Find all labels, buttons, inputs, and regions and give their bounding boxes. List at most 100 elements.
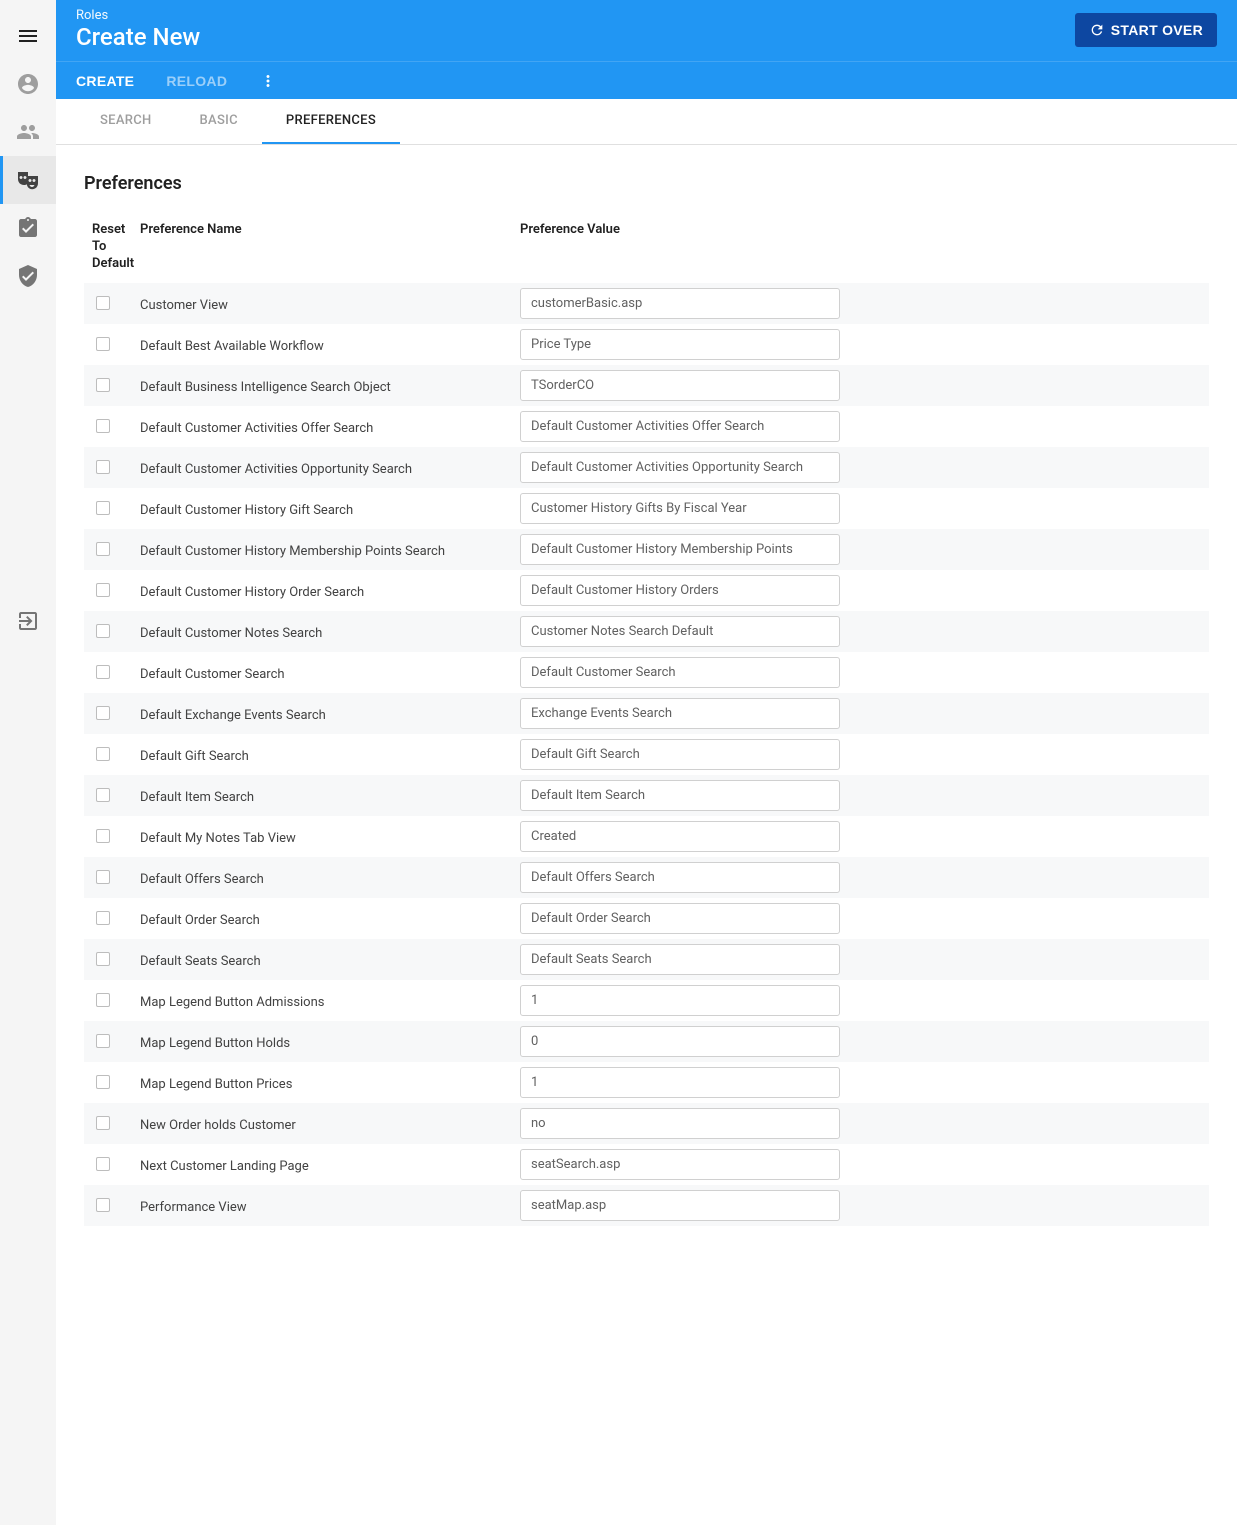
preference-value-input[interactable] [520, 1067, 840, 1098]
preference-value-input[interactable] [520, 616, 840, 647]
table-row: Customer View [84, 283, 1209, 324]
preference-value-input[interactable] [520, 534, 840, 565]
table-row: Default My Notes Tab View [84, 816, 1209, 857]
reset-checkbox[interactable] [96, 1157, 110, 1171]
preference-value-input[interactable] [520, 698, 840, 729]
assignment-icon [16, 216, 40, 240]
people-icon [16, 120, 40, 144]
reset-checkbox[interactable] [96, 1198, 110, 1212]
start-over-button[interactable]: START OVER [1075, 13, 1217, 47]
preference-value-input[interactable] [520, 1190, 840, 1221]
preference-value-input[interactable] [520, 821, 840, 852]
table-row: Default Customer History Gift Search [84, 488, 1209, 529]
preference-name: Map Legend Button Holds [140, 1036, 290, 1051]
start-over-label: START OVER [1111, 22, 1203, 38]
preference-value-input[interactable] [520, 780, 840, 811]
table-row: Default Best Available Workflow [84, 324, 1209, 365]
table-row: Default Customer Notes Search [84, 611, 1209, 652]
reload-button[interactable]: RELOAD [166, 73, 227, 89]
reset-checkbox[interactable] [96, 460, 110, 474]
reset-checkbox[interactable] [96, 1075, 110, 1089]
reset-checkbox[interactable] [96, 337, 110, 351]
main-content: Roles Create New START OVER CREATE RELOA… [56, 0, 1237, 1525]
preference-name: Default Customer History Gift Search [140, 503, 353, 518]
reset-checkbox[interactable] [96, 1034, 110, 1048]
table-row: New Order holds Customer [84, 1103, 1209, 1144]
table-row: Default Customer Search [84, 652, 1209, 693]
table-row: Map Legend Button Admissions [84, 980, 1209, 1021]
preference-value-input[interactable] [520, 739, 840, 770]
tab-search[interactable]: SEARCH [76, 99, 176, 144]
preference-name: Next Customer Landing Page [140, 1159, 309, 1174]
preference-value-input[interactable] [520, 370, 840, 401]
table-row: Default Order Search [84, 898, 1209, 939]
sidebar-item-security[interactable] [0, 252, 56, 300]
reset-checkbox[interactable] [96, 583, 110, 597]
create-button[interactable]: CREATE [76, 73, 134, 89]
reset-checkbox[interactable] [96, 788, 110, 802]
reset-checkbox[interactable] [96, 542, 110, 556]
preference-name: Default Customer Activities Opportunity … [140, 462, 412, 477]
reset-checkbox[interactable] [96, 665, 110, 679]
table-row: Default Business Intelligence Search Obj… [84, 365, 1209, 406]
reset-checkbox[interactable] [96, 378, 110, 392]
preference-name: Default Customer Notes Search [140, 626, 322, 641]
table-row: Default Offers Search [84, 857, 1209, 898]
reset-checkbox[interactable] [96, 747, 110, 761]
content: Preferences Reset To Default Preference … [56, 145, 1237, 1525]
preference-value-input[interactable] [520, 903, 840, 934]
reset-checkbox[interactable] [96, 624, 110, 638]
preference-value-input[interactable] [520, 862, 840, 893]
menu-toggle[interactable] [0, 12, 56, 60]
reset-checkbox[interactable] [96, 1116, 110, 1130]
preference-value-input[interactable] [520, 411, 840, 442]
preference-value-input[interactable] [520, 1026, 840, 1057]
sidebar-item-people[interactable] [0, 108, 56, 156]
reset-checkbox[interactable] [96, 419, 110, 433]
table-row: Default Seats Search [84, 939, 1209, 980]
preference-value-input[interactable] [520, 452, 840, 483]
table-row: Map Legend Button Prices [84, 1062, 1209, 1103]
table-row: Default Gift Search [84, 734, 1209, 775]
preference-name: Performance View [140, 1200, 247, 1215]
preference-value-input[interactable] [520, 657, 840, 688]
preference-value-input[interactable] [520, 575, 840, 606]
preference-value-input[interactable] [520, 288, 840, 319]
account-icon [16, 72, 40, 96]
preference-value-input[interactable] [520, 944, 840, 975]
preference-name: Default Offers Search [140, 872, 264, 887]
sidebar-item-account[interactable] [0, 60, 56, 108]
preference-value-input[interactable] [520, 985, 840, 1016]
preference-value-input[interactable] [520, 1149, 840, 1180]
reset-checkbox[interactable] [96, 296, 110, 310]
sidebar-item-roles[interactable] [0, 156, 56, 204]
reset-checkbox[interactable] [96, 870, 110, 884]
reset-checkbox[interactable] [96, 706, 110, 720]
reset-checkbox[interactable] [96, 829, 110, 843]
reset-checkbox[interactable] [96, 911, 110, 925]
preference-name: Default Gift Search [140, 749, 249, 764]
header: Roles Create New START OVER CREATE RELOA… [56, 0, 1237, 99]
reset-checkbox[interactable] [96, 952, 110, 966]
preference-name: Map Legend Button Prices [140, 1077, 292, 1092]
breadcrumb: Roles [76, 8, 1075, 23]
table-row: Map Legend Button Holds [84, 1021, 1209, 1062]
table-row: Default Item Search [84, 775, 1209, 816]
preference-name: Default Best Available Workflow [140, 339, 324, 354]
reset-checkbox[interactable] [96, 993, 110, 1007]
shield-icon [16, 264, 40, 288]
column-header-reset: Reset To Default [84, 222, 140, 273]
preference-value-input[interactable] [520, 493, 840, 524]
preference-value-input[interactable] [520, 329, 840, 360]
more-actions-button[interactable] [259, 72, 277, 90]
tab-preferences[interactable]: PREFERENCES [262, 99, 400, 144]
preference-name: Default Order Search [140, 913, 260, 928]
preference-value-input[interactable] [520, 1108, 840, 1139]
sidebar-item-logout[interactable] [0, 597, 56, 645]
tab-basic[interactable]: BASIC [176, 99, 262, 144]
tabs: SEARCHBASICPREFERENCES [56, 99, 1237, 145]
theater-masks-icon [16, 168, 40, 192]
table-row: Default Exchange Events Search [84, 693, 1209, 734]
reset-checkbox[interactable] [96, 501, 110, 515]
sidebar-item-assignments[interactable] [0, 204, 56, 252]
